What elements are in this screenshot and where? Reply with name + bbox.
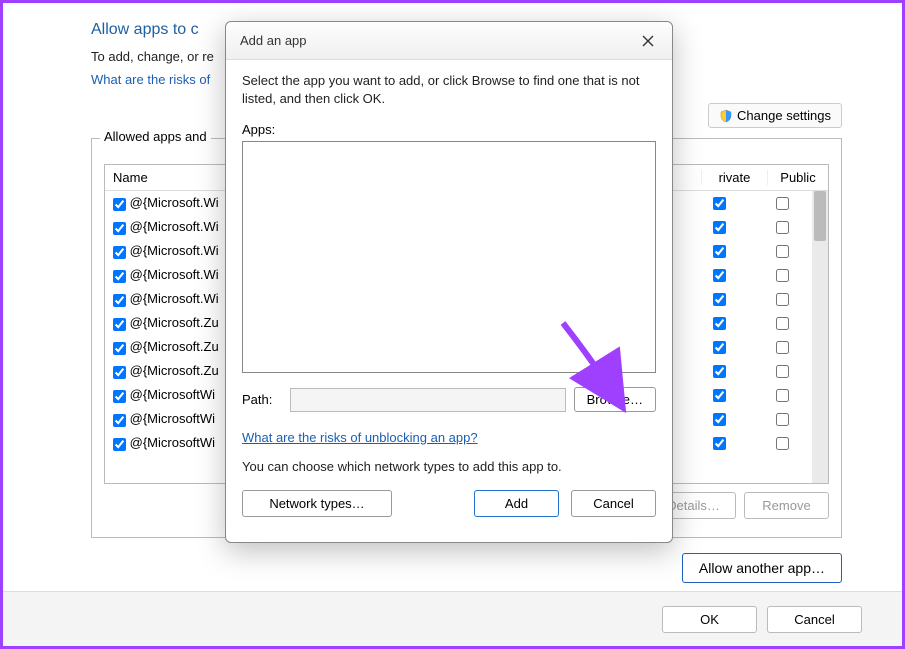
row-public-cell — [752, 292, 812, 306]
private-checkbox[interactable] — [713, 389, 726, 402]
row-enable-checkbox[interactable] — [113, 438, 126, 451]
column-private[interactable]: rivate — [702, 170, 768, 185]
row-private-cell — [686, 244, 752, 258]
row-private-cell — [686, 196, 752, 210]
remove-button[interactable]: Remove — [744, 492, 829, 519]
scrollbar[interactable] — [812, 191, 828, 483]
path-input[interactable] — [290, 388, 566, 412]
dialog-body: Select the app you want to add, or click… — [226, 60, 672, 542]
network-types-button[interactable]: Network types… — [242, 490, 392, 517]
dialog-instruction: Select the app you want to add, or click… — [242, 72, 656, 108]
row-public-cell — [752, 412, 812, 426]
dialog-title-bar: Add an app — [226, 22, 672, 60]
row-enable-checkbox[interactable] — [113, 342, 126, 355]
private-checkbox[interactable] — [713, 221, 726, 234]
row-public-cell — [752, 316, 812, 330]
apps-label: Apps: — [242, 122, 656, 137]
row-private-cell — [686, 316, 752, 330]
row-enable-checkbox[interactable] — [113, 198, 126, 211]
row-enable-checkbox[interactable] — [113, 294, 126, 307]
private-checkbox[interactable] — [713, 365, 726, 378]
public-checkbox[interactable] — [776, 269, 789, 282]
row-private-cell — [686, 220, 752, 234]
row-public-cell — [752, 388, 812, 402]
row-public-cell — [752, 220, 812, 234]
dialog-title: Add an app — [240, 33, 634, 48]
public-checkbox[interactable] — [776, 389, 789, 402]
scroll-thumb[interactable] — [814, 191, 826, 241]
add-button[interactable]: Add — [474, 490, 559, 517]
cancel-button[interactable]: Cancel — [767, 606, 862, 633]
row-enable-checkbox[interactable] — [113, 246, 126, 259]
private-checkbox[interactable] — [713, 437, 726, 450]
private-checkbox[interactable] — [713, 197, 726, 210]
public-checkbox[interactable] — [776, 437, 789, 450]
apps-listbox[interactable] — [242, 141, 656, 373]
private-checkbox[interactable] — [713, 269, 726, 282]
path-row: Path: Browse… — [242, 387, 656, 412]
row-public-cell — [752, 364, 812, 378]
private-checkbox[interactable] — [713, 341, 726, 354]
row-private-cell — [686, 364, 752, 378]
dialog-button-row: Network types… Add Cancel — [242, 490, 656, 517]
row-public-cell — [752, 268, 812, 282]
public-checkbox[interactable] — [776, 365, 789, 378]
private-checkbox[interactable] — [713, 317, 726, 330]
private-checkbox[interactable] — [713, 245, 726, 258]
private-checkbox[interactable] — [713, 293, 726, 306]
row-enable-checkbox[interactable] — [113, 222, 126, 235]
public-checkbox[interactable] — [776, 293, 789, 306]
private-checkbox[interactable] — [713, 413, 726, 426]
row-enable-checkbox[interactable] — [113, 366, 126, 379]
public-checkbox[interactable] — [776, 413, 789, 426]
public-checkbox[interactable] — [776, 341, 789, 354]
public-checkbox[interactable] — [776, 197, 789, 210]
group-label: Allowed apps and — [100, 129, 211, 144]
row-public-cell — [752, 244, 812, 258]
add-app-dialog: Add an app Select the app you want to ad… — [225, 21, 673, 543]
row-private-cell — [686, 268, 752, 282]
row-enable-checkbox[interactable] — [113, 390, 126, 403]
network-types-desc: You can choose which network types to ad… — [242, 459, 656, 474]
shield-icon — [719, 109, 733, 123]
close-button[interactable] — [634, 27, 662, 55]
bottom-bar: OK Cancel — [3, 591, 902, 646]
change-settings-button[interactable]: Change settings — [708, 103, 842, 128]
row-public-cell — [752, 436, 812, 450]
row-enable-checkbox[interactable] — [113, 270, 126, 283]
allow-another-app-button[interactable]: Allow another app… — [682, 553, 842, 583]
row-enable-checkbox[interactable] — [113, 318, 126, 331]
public-checkbox[interactable] — [776, 245, 789, 258]
change-settings-label: Change settings — [737, 108, 831, 123]
path-label: Path: — [242, 392, 282, 407]
row-private-cell — [686, 412, 752, 426]
row-enable-checkbox[interactable] — [113, 414, 126, 427]
row-public-cell — [752, 196, 812, 210]
row-private-cell — [686, 340, 752, 354]
unblock-risks-link[interactable]: What are the risks of unblocking an app? — [242, 430, 656, 445]
ok-button[interactable]: OK — [662, 606, 757, 633]
public-checkbox[interactable] — [776, 317, 789, 330]
row-public-cell — [752, 340, 812, 354]
column-public[interactable]: Public — [768, 170, 828, 185]
row-private-cell — [686, 292, 752, 306]
browse-button[interactable]: Browse… — [574, 387, 656, 412]
dialog-cancel-button[interactable]: Cancel — [571, 490, 656, 517]
row-private-cell — [686, 388, 752, 402]
row-private-cell — [686, 436, 752, 450]
public-checkbox[interactable] — [776, 221, 789, 234]
close-icon — [642, 35, 654, 47]
